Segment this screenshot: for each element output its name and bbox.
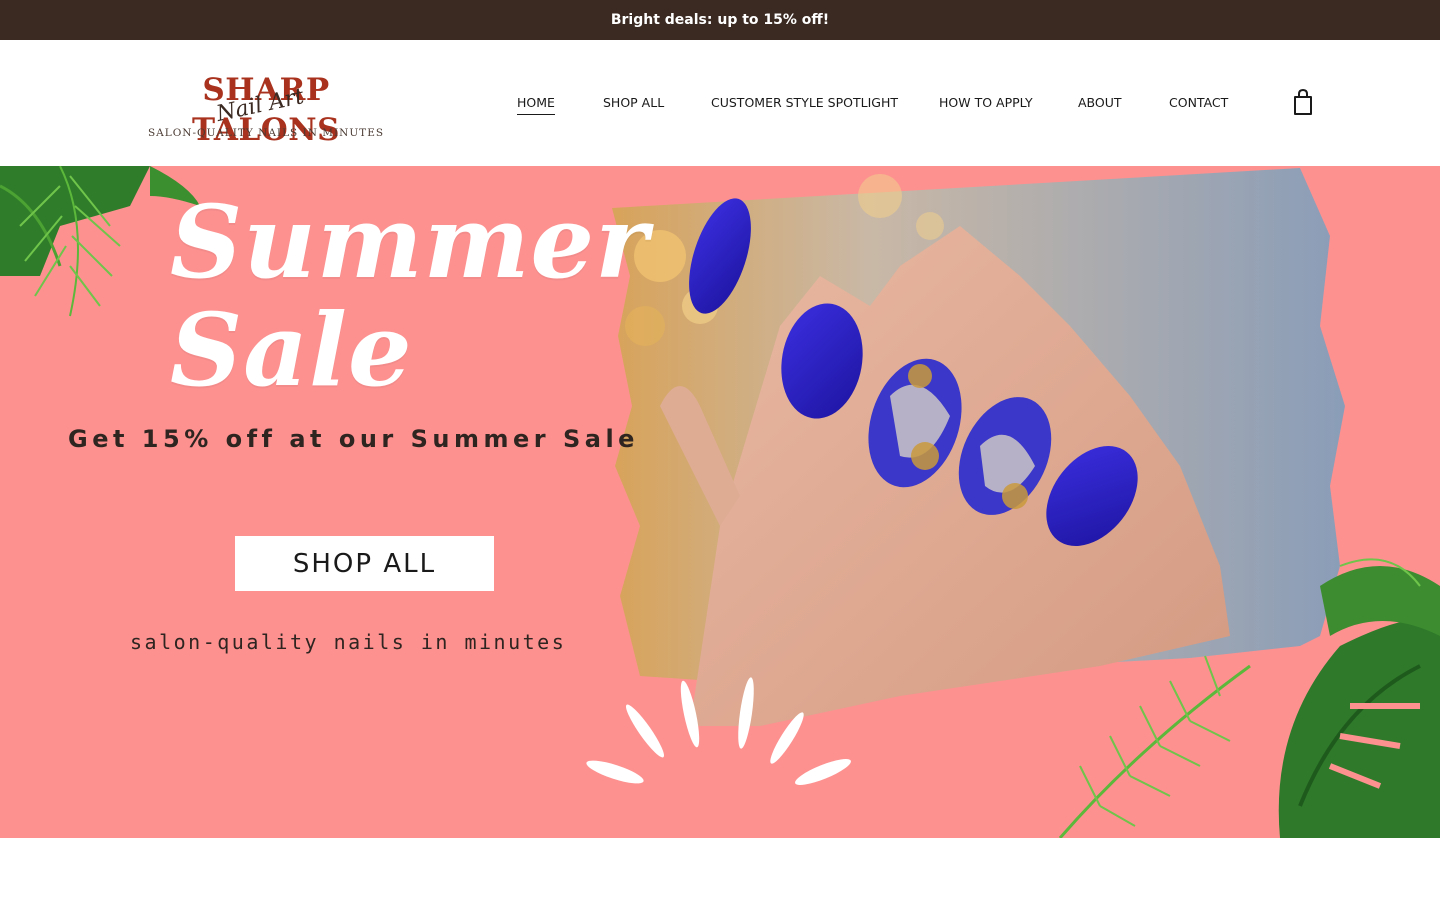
shopping-bag-icon[interactable] xyxy=(1290,88,1316,116)
site-header: SHARP TALONS Nail Art SALON-QUALITY NAIL… xyxy=(0,40,1440,166)
hero-subtitle: Get 15% off at our Summer Sale xyxy=(68,425,639,453)
main-nav: HOME SHOP ALL CUSTOMER STYLE SPOTLIGHT H… xyxy=(0,92,1440,116)
hero-banner: Summer Sale Get 15% off at our Summer Sa… xyxy=(0,166,1440,838)
nav-shop-all[interactable]: SHOP ALL xyxy=(603,92,664,114)
manicured-hand-image xyxy=(612,168,1345,726)
nav-how-to-apply[interactable]: HOW TO APPLY xyxy=(939,92,1033,114)
page-below-hero xyxy=(0,838,1440,900)
nav-customer-style-spotlight[interactable]: CUSTOMER STYLE SPOTLIGHT xyxy=(711,92,898,114)
announcement-text: Bright deals: up to 15% off! xyxy=(610,12,830,28)
nav-contact[interactable]: CONTACT xyxy=(1169,92,1228,114)
brand-tagline: SALON-QUALITY NAILS IN MINUTES xyxy=(147,127,385,139)
nav-home[interactable]: HOME xyxy=(517,92,555,115)
hero-title-line1: Summer xyxy=(170,183,649,301)
hero-title-line2: Sale xyxy=(170,291,413,409)
announcement-bar: Bright deals: up to 15% off! xyxy=(0,0,1440,40)
nav-about[interactable]: ABOUT xyxy=(1078,92,1122,114)
hero-tagline: salon-quality nails in minutes xyxy=(130,630,567,654)
shop-all-button[interactable]: SHOP ALL xyxy=(235,536,494,591)
hero-title: Summer Sale xyxy=(170,183,649,409)
